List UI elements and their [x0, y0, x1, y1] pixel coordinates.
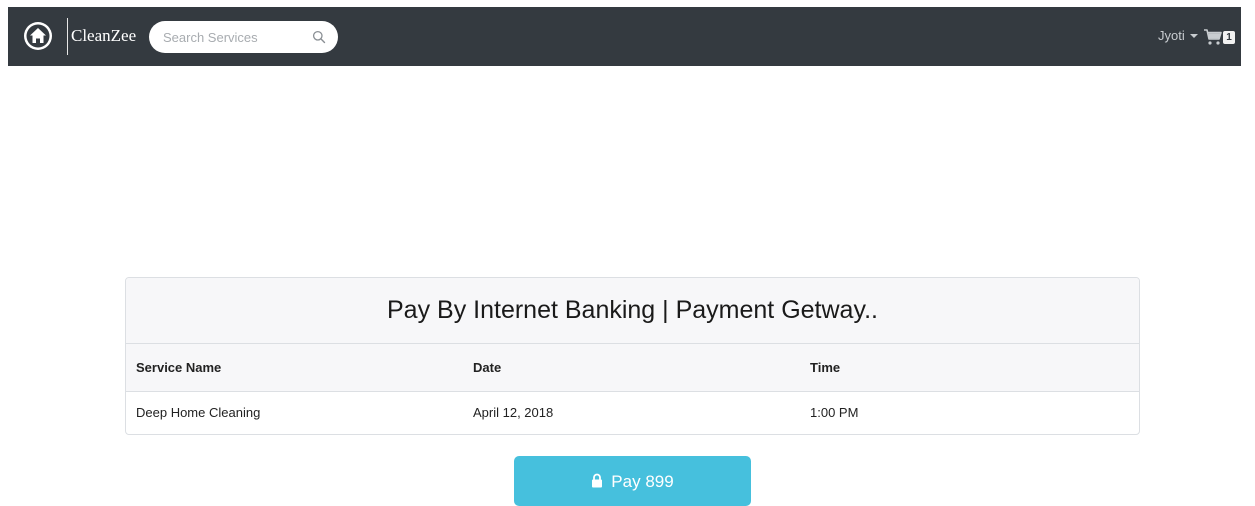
search-box[interactable]	[149, 21, 338, 53]
home-icon[interactable]	[23, 21, 53, 51]
pay-button[interactable]: Pay 899	[514, 456, 751, 506]
search-input[interactable]	[163, 21, 303, 53]
header-date: Date	[473, 359, 502, 375]
brand-divider	[67, 18, 68, 55]
user-name: Jyoti	[1158, 28, 1185, 43]
cart-button[interactable]: 1	[1204, 29, 1238, 47]
payment-title: Pay By Internet Banking | Payment Getway…	[387, 296, 878, 324]
cell-service-name: Deep Home Cleaning	[136, 405, 261, 421]
header-time: Time	[810, 359, 841, 375]
search-icon[interactable]	[312, 30, 326, 44]
payment-card: Pay By Internet Banking | Payment Getway…	[125, 277, 1140, 435]
cart-count-badge: 1	[1223, 31, 1235, 44]
table-header-row: Service Name Date Time	[126, 344, 1139, 391]
cell-date: April 12, 2018	[473, 405, 554, 421]
cell-time: 1:00 PM	[810, 405, 859, 421]
table-row: Deep Home Cleaning April 12, 2018 1:00 P…	[126, 391, 1139, 434]
user-menu-dropdown[interactable]: Jyoti	[1158, 28, 1198, 43]
booking-table: Service Name Date Time Deep Home Cleanin…	[126, 344, 1139, 434]
cart-icon	[1204, 29, 1222, 45]
top-navbar: CleanZee Jyoti 1	[8, 7, 1241, 66]
payment-card-header: Pay By Internet Banking | Payment Getway…	[126, 278, 1139, 344]
brand-name[interactable]: CleanZee	[71, 26, 136, 46]
caret-down-icon	[1189, 33, 1198, 38]
lock-icon	[592, 473, 603, 488]
header-service-name: Service Name	[136, 359, 222, 375]
